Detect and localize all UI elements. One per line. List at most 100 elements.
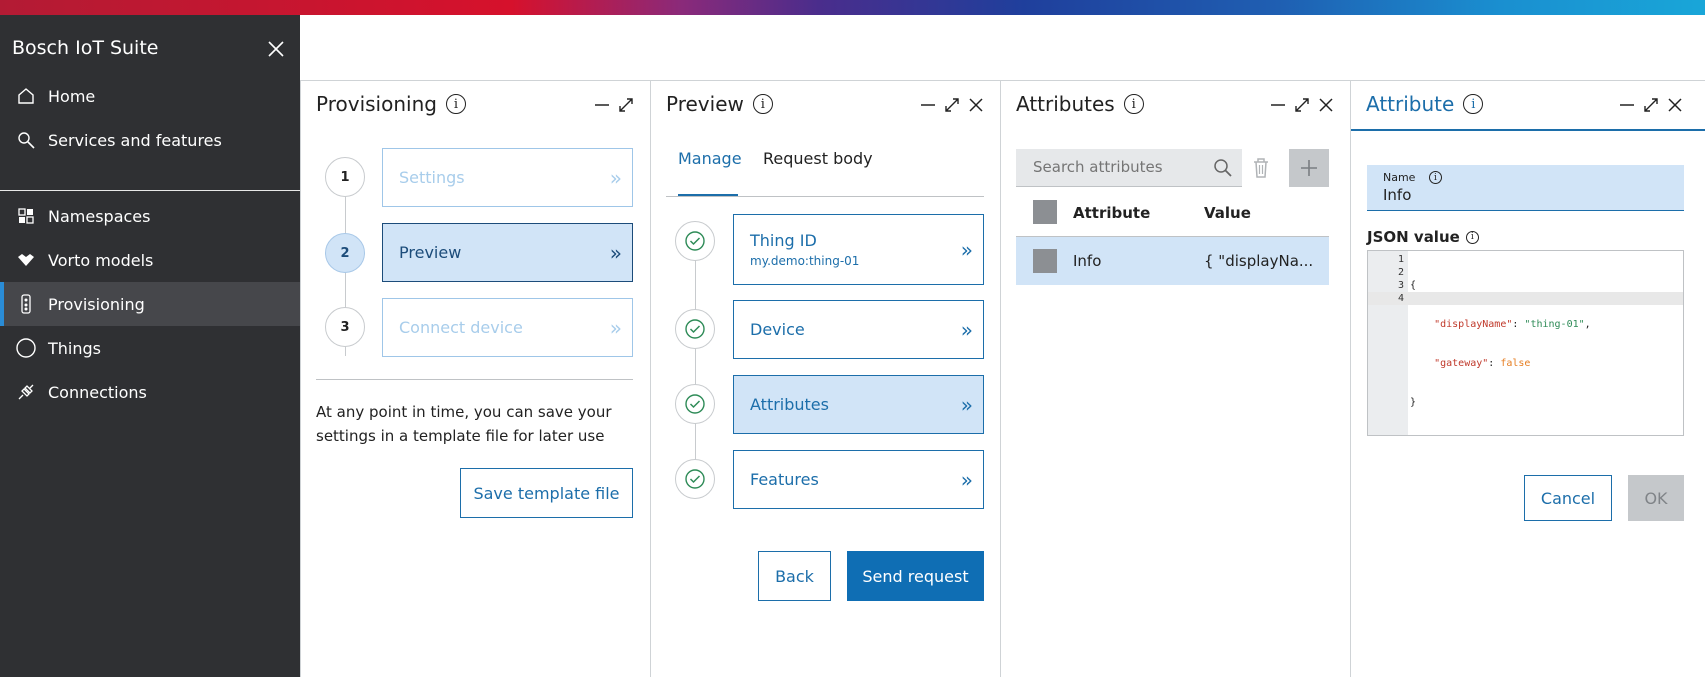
active-tab-indicator [678,194,738,196]
item-features[interactable]: Features» [733,450,984,509]
search-input[interactable] [1016,149,1206,185]
info-icon[interactable]: i [1465,230,1479,244]
tab-divider [666,196,984,197]
send-request-button[interactable]: Send request [847,551,984,601]
cancel-button[interactable]: Cancel [1524,475,1612,521]
divider [316,379,633,380]
chevrons-right-icon: » [609,315,623,340]
name-label: Name [1383,171,1416,184]
sidebar-item-label: Namespaces [48,206,151,226]
save-note: At any point in time, you can save your … [316,403,612,445]
item-thing-id[interactable]: Thing ID my.demo:thing-01 » [733,214,984,285]
search-icon [14,128,38,152]
sidebar-item-home[interactable]: Home [0,74,300,118]
expand-icon[interactable] [1291,94,1313,116]
column-header-attribute: Attribute [1073,204,1151,222]
info-icon[interactable]: i [752,94,773,114]
info-icon[interactable]: i [1429,171,1442,184]
code-text: { "displayName": "thing-01", "gateway": … [1410,280,1591,408]
sidebar-item-label: Connections [48,382,147,402]
tab-manage[interactable]: Manage [678,149,742,168]
sidebar-item-vorto-models[interactable]: Vorto models [0,238,300,282]
info-icon[interactable]: i [445,94,466,114]
sidebar-item-label: Services and features [48,130,222,150]
search-box [1016,149,1242,187]
namespaces-icon [14,204,38,228]
sidebar: Bosch IoT Suite Home Services and featur… [0,15,300,677]
close-icon[interactable] [1664,94,1686,116]
vorto-icon [14,248,38,272]
chevrons-right-icon: » [960,317,974,342]
minimize-icon[interactable] [1616,94,1638,116]
expand-icon[interactable] [615,94,637,116]
ok-button[interactable]: OK [1628,475,1684,521]
panel-controls [591,94,637,116]
panel-title: Attributes i [1016,92,1144,116]
stepper-line [695,241,696,481]
table-row[interactable]: Info { "displayNa... [1016,237,1329,285]
close-icon[interactable] [266,39,286,59]
step-preview[interactable]: Preview» [382,223,633,282]
chevrons-right-icon: » [960,392,974,417]
things-icon [14,336,38,360]
step-connect-device[interactable]: Connect device» [382,298,633,357]
check-icon [675,221,715,261]
item-device[interactable]: Device» [733,300,984,359]
name-field[interactable]: Name i Info [1367,165,1684,211]
preview-panel: Preview i Manage Request body Thing ID m… [650,80,1000,677]
attribute-panel: Attribute i Name i Info JSON value i 1 2… [1350,80,1705,677]
expand-icon[interactable] [1640,94,1662,116]
search-icon[interactable] [1212,157,1234,183]
add-attribute-button[interactable] [1289,149,1329,187]
delete-icon[interactable] [1251,156,1271,184]
panel-controls [1267,94,1337,116]
panel-title: Preview i [666,92,773,116]
row-value: { "displayNa... [1204,252,1314,270]
close-icon[interactable] [1315,94,1337,116]
check-icon [675,384,715,424]
provisioning-icon [14,292,38,316]
back-button[interactable]: Back [758,551,831,601]
sidebar-item-namespaces[interactable]: Namespaces [0,194,300,238]
column-header-value: Value [1204,204,1251,222]
sidebar-item-label: Vorto models [48,250,154,270]
save-template-button[interactable]: Save template file [460,468,633,518]
check-icon [675,309,715,349]
info-icon[interactable]: i [1123,94,1144,114]
thing-id-value: my.demo:thing-01 [750,254,860,268]
chevrons-right-icon: » [960,467,974,492]
minimize-icon[interactable] [1267,94,1289,116]
panel-title: Provisioning i [316,92,466,116]
info-icon[interactable]: i [1463,94,1484,114]
sidebar-item-connections[interactable]: Connections [0,370,300,414]
expand-icon[interactable] [941,94,963,116]
title-underline [1351,129,1705,131]
sidebar-item-services[interactable]: Services and features [0,118,300,162]
row-checkbox[interactable] [1033,249,1057,273]
minimize-icon[interactable] [917,94,939,116]
name-input[interactable]: Info [1383,186,1411,204]
sidebar-item-things[interactable]: Things [0,326,300,370]
chevrons-right-icon: » [960,237,974,262]
provisioning-panel: Provisioning i 1 2 3 Settings» Preview» … [300,80,650,677]
line-numbers: 1 2 3 4 [1397,254,1404,304]
close-icon[interactable] [965,94,987,116]
panel-controls [1616,94,1686,116]
minimize-icon[interactable] [591,94,613,116]
select-all-checkbox[interactable] [1033,200,1057,224]
sidebar-divider [0,190,300,191]
json-editor[interactable]: 1 2 3 4 { "displayName": "thing-01", "ga… [1367,250,1684,436]
plus-icon [1301,160,1317,176]
step-settings[interactable]: Settings» [382,148,633,207]
tab-request-body[interactable]: Request body [763,149,873,168]
check-icon [675,459,715,499]
sidebar-item-label: Things [48,338,101,358]
step-number: 2 [325,233,365,273]
connections-icon [14,380,38,404]
row-attribute: Info [1073,252,1102,270]
home-icon [14,84,38,108]
item-attributes[interactable]: Attributes» [733,375,984,434]
sidebar-item-provisioning[interactable]: Provisioning [0,282,300,326]
brand-color-bar [0,0,1705,15]
chevrons-right-icon: » [609,240,623,265]
